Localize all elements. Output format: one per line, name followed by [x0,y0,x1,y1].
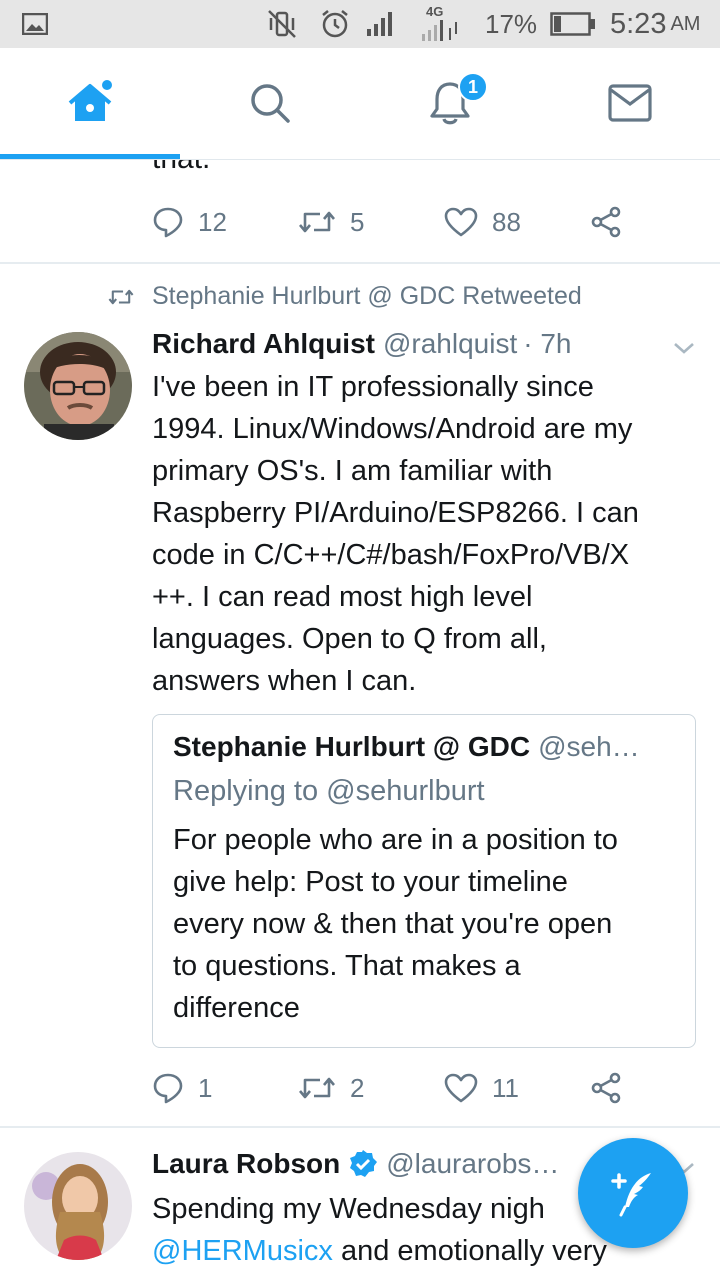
quoted-tweet-text: For people who are in a position to give… [173,819,683,1029]
prev-tweet-actions: 12 5 88 [152,202,636,242]
active-tab-indicator [0,154,180,159]
signal-icon [366,0,394,48]
gallery-notification-icon [22,0,48,48]
retweeted-by-label: Stephanie Hurlburt @ GDC Retweeted [152,282,582,310]
alarm-icon [320,0,350,48]
reply-button[interactable]: 12 [152,206,298,238]
replying-to-label: Replying to @sehurlburt [173,775,485,807]
quoted-author-handle: @seh… [538,731,640,762]
prev-tweet-text: that. [152,160,210,176]
envelope-icon [608,84,652,122]
battery-percent: 17% [485,8,538,39]
quoted-tweet-header: Stephanie Hurlburt @ GDC @seh… [173,731,640,763]
verified-badge-icon [350,1150,378,1177]
retweet-icon [299,1077,335,1099]
tweet-text-line: answers when I can. [152,665,417,697]
search-icon [251,84,290,123]
retweet-icon [299,211,335,233]
notification-badge: 1 [458,72,488,102]
home-icon [68,80,112,121]
status-bar: 4G 17% 5:23 AM [0,0,720,48]
retweet-button[interactable]: 5 [298,207,444,238]
tweet-text-line: I've been in IT professionally since [152,371,594,403]
clock-time: 5:23 [610,7,667,40]
reply-count: 12 [198,206,227,237]
tweet-text-line: code in C/C++/C#/bash/FoxPro/VB/X [152,539,630,571]
tweet-text-line: languages. Open to Q from all, [152,623,547,655]
tweet-text-line: Raspberry PI/Arduino/ESP8266. I can [152,497,639,529]
user-avatar-image [24,332,132,440]
author-handle[interactable]: @laurarobs… [386,1148,559,1180]
user-avatar-image [24,1152,132,1260]
chevron-down-icon [674,343,694,354]
avatar[interactable] [24,1152,132,1260]
like-count: 11 [492,1072,519,1103]
tweet-header: Richard Ahlquist @rahlquist · 7h [152,328,572,360]
tweet-header: Laura Robson @laurarobs… [152,1148,559,1180]
tweet-text-line: primary OS's. I am familiar with [152,455,553,487]
reply-count: 1 [198,1072,213,1103]
tab-messages[interactable] [540,48,720,158]
like-button[interactable]: 88 [444,207,590,238]
retweet-count: 5 [350,206,365,237]
author-name[interactable]: Richard Ahlquist [152,328,375,360]
share-button[interactable] [590,206,636,238]
tweet-actions: 1 2 11 [152,1068,636,1108]
tweet-divider [0,1126,720,1128]
quoted-text-line: For people who are in a position to [173,824,618,856]
quoted-text-line: to questions. That makes a [173,950,521,982]
heart-icon [444,1073,478,1103]
tweet-divider [0,262,720,264]
quoted-text-line: every now & then that you're open [173,908,613,940]
share-icon [591,206,621,238]
tweet-text-line: and emotionally very [332,1235,607,1267]
compose-tweet-button[interactable] [578,1138,688,1248]
reply-button[interactable]: 1 [152,1072,298,1104]
quoted-author-name: Stephanie Hurlburt @ GDC [173,731,531,762]
4g-signal-icon: 4G [422,0,468,48]
reply-icon [153,1073,183,1104]
battery-icon [550,0,596,48]
mention-link[interactable]: @HERMusicx [152,1235,333,1267]
author-name[interactable]: Laura Robson [152,1148,340,1180]
top-nav-bar: 1 [0,48,720,160]
tweet-text-line: 1994. Linux/Windows/Android are my [152,413,633,445]
share-icon [591,1072,621,1104]
tab-notifications[interactable]: 1 [360,48,540,158]
tweet-text: I've been in IT professionally since 199… [152,366,700,702]
tab-home[interactable] [0,48,180,158]
quoted-tweet-card[interactable]: Stephanie Hurlburt @ GDC @seh… Replying … [152,714,696,1048]
retweet-count: 2 [350,1072,365,1103]
vibrate-mute-icon [266,0,298,48]
retweet-button[interactable]: 2 [298,1073,444,1104]
heart-icon [444,207,478,237]
tab-search[interactable] [180,48,360,158]
network-type-label: 4G [426,4,444,19]
quoted-text-line: difference [173,992,300,1024]
avatar[interactable] [24,332,132,440]
like-button[interactable]: 11 [444,1073,590,1104]
share-button[interactable] [590,1072,636,1104]
clock-ampm: AM [670,12,701,35]
retweeted-by-line: Stephanie Hurlburt @ GDC Retweeted [108,282,582,311]
timeline-feed[interactable]: that. 12 5 88 Stephanie Hurlburt @ GDC R… [0,160,720,1280]
like-count: 88 [492,206,521,237]
reply-icon [153,207,183,238]
tweet-text-line: ++. I can read most high level [152,581,533,613]
author-handle[interactable]: @rahlquist [383,328,517,360]
tweet-time: · 7h [523,328,572,359]
quoted-text-line: give help: Post to your timeline [173,866,568,898]
compose-feather-icon [611,1173,651,1217]
retweet-small-icon [108,289,134,304]
tweet-menu-chevron[interactable] [672,340,696,361]
